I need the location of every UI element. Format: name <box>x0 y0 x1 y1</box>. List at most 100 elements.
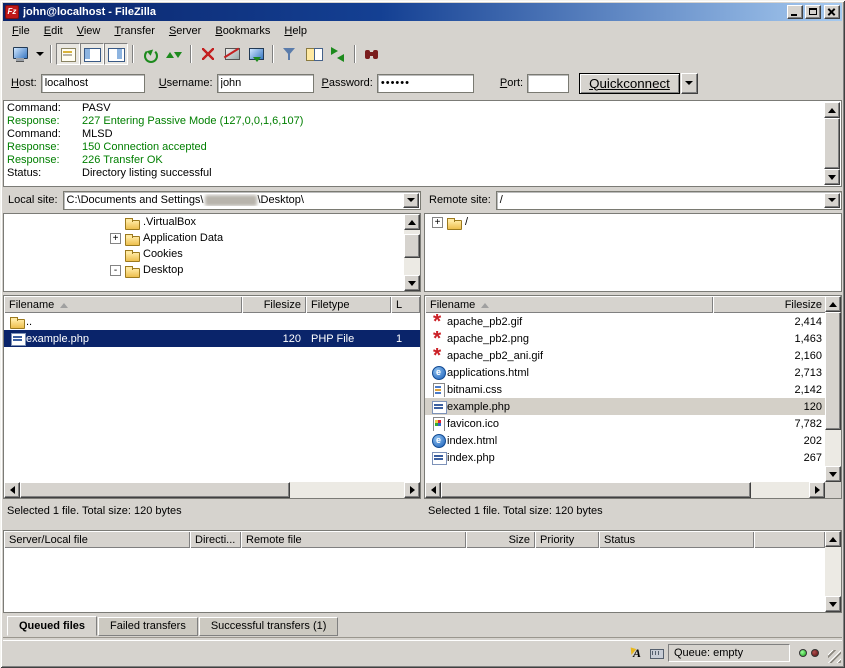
file-row[interactable]: bitnami.css2,142 <box>425 381 825 398</box>
close-button[interactable] <box>824 5 840 19</box>
maximize-button[interactable] <box>805 5 821 19</box>
queue-header: Server/Local file Directi... Remote file… <box>4 531 825 548</box>
scrollbar-thumb[interactable] <box>441 482 751 498</box>
tab-successful-transfers[interactable]: Successful transfers (1) <box>199 617 339 636</box>
title-bar[interactable]: Fz john@localhost - FileZilla <box>3 3 842 21</box>
logo-text: Fz <box>8 8 17 16</box>
file-row[interactable]: index.php267 <box>425 449 825 466</box>
menu-edit[interactable]: Edit <box>37 23 70 39</box>
column-header-direction[interactable]: Directi... <box>190 531 241 548</box>
tree-item[interactable]: Application Data <box>4 230 420 246</box>
remote-site-bar: Remote site: / <box>424 190 842 210</box>
menu-server[interactable]: Server <box>162 23 208 39</box>
remote-list-hscrollbar[interactable] <box>425 482 825 498</box>
data-type-icon <box>628 645 645 661</box>
remote-selection-status: Selected 1 file. Total size: 120 bytes <box>424 501 842 521</box>
window-title: john@localhost - FileZilla <box>23 6 785 18</box>
menu-view[interactable]: View <box>70 23 108 39</box>
file-row[interactable]: index.html202 <box>425 432 825 449</box>
file-row-selected[interactable]: example.php 120 PHP File 1 <box>4 330 420 347</box>
refresh-icon <box>141 46 159 62</box>
toolbar-separator <box>272 45 274 63</box>
file-size: 2,160 <box>713 350 827 362</box>
queue-scrollbar[interactable] <box>825 531 841 612</box>
column-header-lastmodified[interactable]: L <box>391 296 420 313</box>
remote-list-vscrollbar[interactable] <box>825 296 841 482</box>
tree-item[interactable]: / <box>425 214 841 230</box>
file-row[interactable]: apache_pb2.gif2,414 <box>425 313 825 330</box>
find-files-button[interactable] <box>360 43 384 65</box>
column-header-filetype[interactable]: Filetype <box>306 296 391 313</box>
file-row[interactable]: apache_pb2_ani.gif2,160 <box>425 347 825 364</box>
menu-file[interactable]: File <box>5 23 37 39</box>
expander-icon[interactable] <box>432 217 443 228</box>
host-input[interactable] <box>41 74 145 93</box>
refresh-button[interactable] <box>138 43 162 65</box>
process-queue-button[interactable] <box>162 43 186 65</box>
tree-item[interactable]: Desktop <box>4 262 420 278</box>
quickconnect-button[interactable]: Quickconnect <box>579 73 680 94</box>
column-header-server-local-file[interactable]: Server/Local file <box>4 531 190 548</box>
local-site-combo[interactable]: C:\Documents and Settings\\Desktop\ <box>63 191 421 210</box>
site-manager-button[interactable] <box>8 43 32 65</box>
column-header-priority[interactable]: Priority <box>535 531 599 548</box>
minimize-button[interactable] <box>787 5 803 19</box>
file-row[interactable]: applications.html2,713 <box>425 364 825 381</box>
file-name: example.php <box>26 333 89 345</box>
local-site-dropdown-button[interactable] <box>403 193 419 208</box>
directory-comparison-button[interactable] <box>302 43 326 65</box>
file-row-parent-dir[interactable]: .. <box>4 313 420 330</box>
column-header-filesize[interactable]: Filesize <box>713 296 827 313</box>
port-input[interactable] <box>527 74 569 93</box>
column-header-filename[interactable]: Filename <box>4 296 242 313</box>
log-scrollbar[interactable] <box>824 102 840 185</box>
file-name: .. <box>26 316 32 328</box>
tree-item[interactable]: Cookies <box>4 246 420 262</box>
column-header-status[interactable]: Status <box>599 531 754 548</box>
local-tree-scrollbar[interactable] <box>404 214 420 291</box>
file-row-selected[interactable]: example.php120 <box>425 398 825 415</box>
disconnect-button[interactable] <box>220 43 244 65</box>
remote-site-combo[interactable]: / <box>496 191 842 210</box>
column-header-remote-file[interactable]: Remote file <box>241 531 466 548</box>
tree-item[interactable]: .VirtualBox <box>4 214 420 230</box>
file-size: 202 <box>713 435 827 447</box>
scroll-up-icon <box>829 298 837 307</box>
quickconnect-bar: Host: Username: Password: Port: Quickcon… <box>3 67 842 99</box>
remote-site-dropdown-button[interactable] <box>824 193 840 208</box>
toggle-local-tree-button[interactable] <box>80 43 104 65</box>
scroll-up-icon <box>408 216 416 225</box>
column-header-filesize[interactable]: Filesize <box>242 296 306 313</box>
password-input[interactable] <box>377 74 474 93</box>
filter-button[interactable] <box>278 43 302 65</box>
scrollbar-thumb[interactable] <box>825 312 841 430</box>
filezilla-logo-icon[interactable]: Fz <box>5 5 19 19</box>
scrollbar-thumb[interactable] <box>824 118 840 169</box>
resize-grip[interactable] <box>828 650 841 663</box>
site-manager-dropdown-button[interactable] <box>32 43 46 65</box>
scrollbar-thumb[interactable] <box>20 482 290 498</box>
file-size: 2,713 <box>713 367 827 379</box>
synchronized-browsing-button[interactable] <box>326 43 350 65</box>
file-row[interactable]: apache_pb2.png1,463 <box>425 330 825 347</box>
toggle-remote-tree-button[interactable] <box>104 43 128 65</box>
menu-help[interactable]: Help <box>277 23 314 39</box>
scrollbar-thumb[interactable] <box>404 234 420 258</box>
toolbar-separator <box>50 45 52 63</box>
tab-queued-files[interactable]: Queued files <box>7 616 97 636</box>
column-header-filename[interactable]: Filename <box>425 296 713 313</box>
local-list-hscrollbar[interactable] <box>4 482 420 498</box>
menu-transfer[interactable]: Transfer <box>107 23 162 39</box>
username-input[interactable] <box>217 74 314 93</box>
tab-failed-transfers[interactable]: Failed transfers <box>98 617 198 636</box>
file-row[interactable]: favicon.ico7,782 <box>425 415 825 432</box>
menu-bookmarks[interactable]: Bookmarks <box>208 23 277 39</box>
column-header-size[interactable]: Size <box>466 531 535 548</box>
quickconnect-dropdown-button[interactable] <box>681 73 698 94</box>
toggle-message-log-button[interactable] <box>56 43 80 65</box>
cancel-operation-button[interactable] <box>196 43 220 65</box>
expander-icon[interactable] <box>110 265 121 276</box>
reconnect-button[interactable] <box>244 43 268 65</box>
folder-icon <box>446 215 463 230</box>
expander-icon[interactable] <box>110 233 121 244</box>
